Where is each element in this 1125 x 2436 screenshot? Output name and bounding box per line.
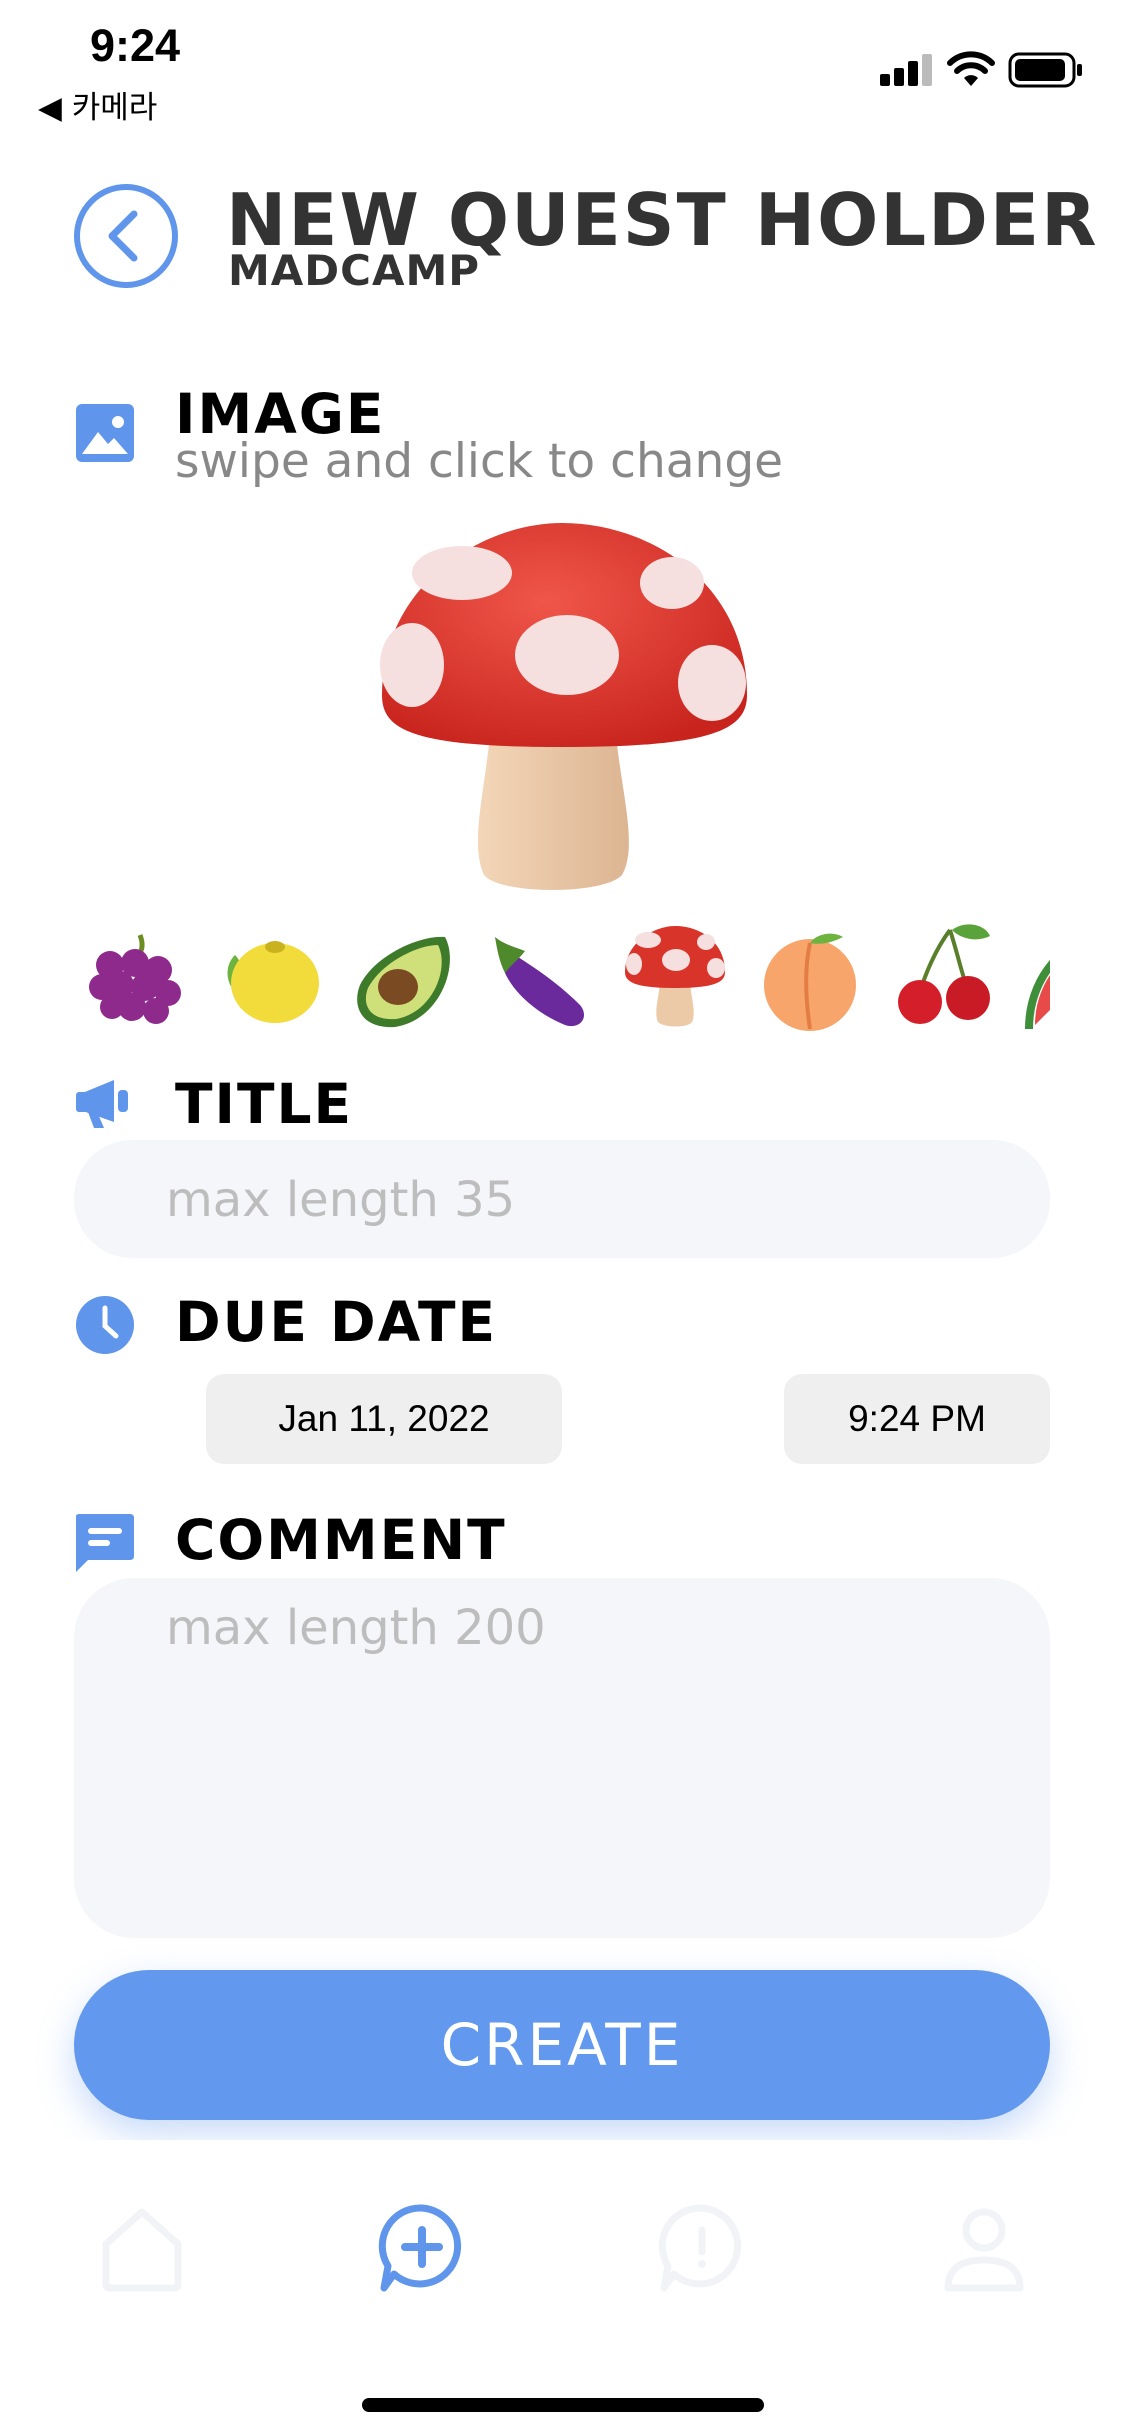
selected-emoji-mushroom[interactable] (372, 515, 752, 895)
page-subtitle: MADCAMP (228, 246, 481, 295)
profile-icon[interactable] (934, 2198, 1034, 2298)
image-icon (76, 404, 134, 462)
title-input-placeholder: max length 35 (166, 1172, 516, 1228)
comment-textarea[interactable]: max length 200 (74, 1578, 1050, 1938)
comment-label: COMMENT (175, 1508, 507, 1572)
back-to-app-link[interactable]: ◀ 카메라 (38, 82, 157, 127)
chevron-left-icon (108, 210, 138, 262)
eggplant-emoji[interactable] (485, 925, 595, 1035)
status-time: 9:24 (90, 20, 181, 71)
time-picker[interactable]: 9:24 PM (784, 1374, 1050, 1464)
lemon-emoji[interactable] (215, 925, 325, 1035)
home-icon[interactable] (92, 2198, 192, 2298)
chat-icon[interactable] (652, 2198, 752, 2298)
battery-icon (1008, 52, 1082, 88)
home-indicator (362, 2398, 764, 2412)
date-picker[interactable]: Jan 11, 2022 (206, 1374, 562, 1464)
clock-icon (76, 1296, 134, 1354)
mushroom-emoji[interactable] (620, 920, 730, 1030)
megaphone-icon (76, 1080, 128, 1128)
comment-placeholder: max length 200 (166, 1600, 546, 1656)
title-label: TITLE (175, 1072, 354, 1136)
cherries-emoji[interactable] (890, 920, 1000, 1030)
comment-icon (76, 1514, 134, 1572)
tab-bar (0, 2140, 1125, 2436)
image-hint: swipe and click to change (175, 434, 784, 489)
signal-icon (880, 52, 932, 86)
due-date-label: DUE DATE (175, 1290, 498, 1354)
create-button[interactable]: CREATE (74, 1970, 1050, 2120)
peach-emoji[interactable] (755, 925, 865, 1035)
emoji-picker-row[interactable] (80, 920, 1050, 1040)
watermelon-emoji[interactable] (1025, 925, 1050, 1035)
new-quest-icon[interactable] (372, 2198, 472, 2298)
title-input[interactable]: max length 35 (74, 1140, 1050, 1258)
wifi-icon (947, 51, 995, 86)
avocado-emoji[interactable] (350, 925, 460, 1035)
grapes-emoji[interactable] (80, 925, 190, 1035)
back-button[interactable] (74, 184, 178, 288)
